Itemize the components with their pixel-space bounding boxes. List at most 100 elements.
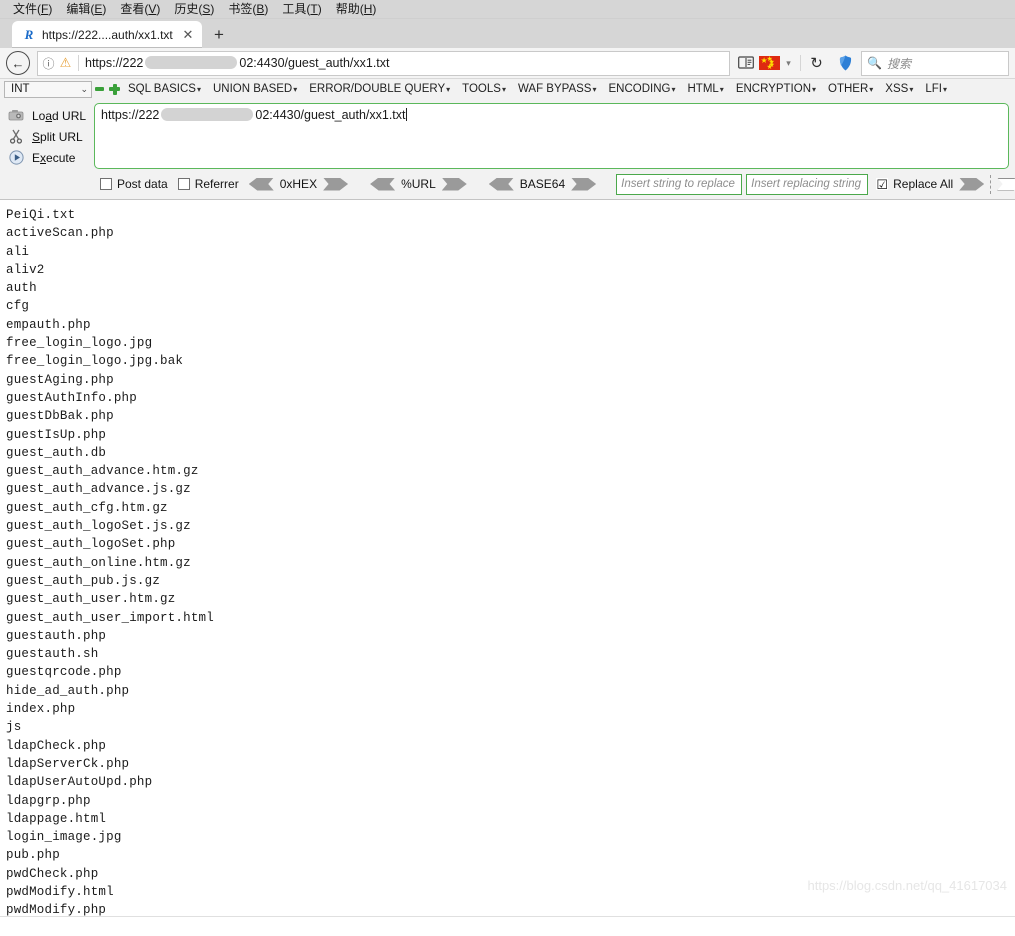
replace-string-placeholder: Insert replacing string — [751, 178, 861, 190]
directory-entry: PeiQi.txt — [6, 206, 1015, 224]
hex-decode-arrow-icon[interactable] — [249, 178, 274, 191]
hackbar-url-suffix: 02:4430/guest_auth/xx1.txt — [255, 108, 405, 122]
post-data-checkbox-box — [100, 178, 112, 190]
search-box[interactable]: 🔍 搜索 — [861, 51, 1009, 76]
menu-item-label: 工具( — [282, 2, 310, 16]
hackbar-menu-lfi[interactable]: LFI▾ — [919, 80, 953, 99]
extension-shield-icon[interactable] — [834, 52, 857, 75]
directory-entry: ldapCheck.php — [6, 737, 1015, 755]
post-data-label: Post data — [117, 177, 168, 191]
hackbar-type-select[interactable]: INT ⌄ — [4, 81, 92, 98]
url-encode-arrow-icon[interactable] — [442, 178, 467, 191]
hackbar-menu-waf-bypass[interactable]: WAF BYPASS▾ — [512, 80, 603, 99]
scissors-glyph — [9, 129, 23, 144]
hackbar-menu-label: UNION BASED — [213, 83, 292, 95]
flag-graphic: ★ ★ ★ ★ ★ — [759, 56, 780, 70]
remove-item-minus-icon[interactable] — [92, 81, 107, 97]
reader-mode-icon[interactable] — [734, 52, 757, 75]
hackbar-menu-encryption[interactable]: ENCRYPTION▾ — [730, 80, 822, 99]
hackbar-menu-sql-basics[interactable]: SQL BASICS▾ — [122, 80, 207, 99]
hackbar-url-prefix: https://222 — [101, 108, 159, 122]
menu-item-label: 历史( — [174, 2, 202, 16]
chevron-down-icon: ▾ — [446, 85, 450, 94]
execute-label: Execute — [32, 151, 75, 165]
hex-encode-arrow-icon[interactable] — [323, 178, 348, 191]
hackbar-menu-union-based[interactable]: UNION BASED▾ — [207, 80, 303, 99]
menu-item-6[interactable]: 帮助(H) — [329, 0, 384, 18]
menu-item-0[interactable]: 文件(F) — [6, 0, 59, 18]
directory-entry: guest_auth_logoSet.js.gz — [6, 517, 1015, 535]
replace-apply-arrow-icon[interactable] — [959, 178, 984, 191]
hackbar-menu-tools[interactable]: TOOLS▾ — [456, 80, 512, 99]
directory-entry: hide_ad_auth.php — [6, 682, 1015, 700]
address-bar[interactable]: ⓘ ⚠ https://22202:4430/guest_auth/xx1.tx… — [37, 51, 730, 76]
url-decode-arrow-icon[interactable] — [370, 178, 395, 191]
menu-item-paren: ) — [264, 2, 268, 16]
encoder-label-url: %URL — [401, 177, 436, 191]
split-url-button[interactable]: Split URL — [6, 126, 94, 147]
hackbar-menu-list: SQL BASICS▾UNION BASED▾ERROR/DOUBLE QUER… — [122, 80, 953, 99]
encoder-label-base64: BASE64 — [520, 177, 565, 191]
post-data-checkbox[interactable]: Post data — [100, 177, 168, 191]
directory-entry: guest_auth_cfg.htm.gz — [6, 499, 1015, 517]
hackbar-menu-xss[interactable]: XSS▾ — [879, 80, 919, 99]
menu-item-1[interactable]: 编辑(E) — [59, 0, 113, 18]
directory-entry: pwdModify.php — [6, 901, 1015, 917]
china-flag-icon[interactable]: ★ ★ ★ ★ ★ — [757, 52, 781, 75]
load-url-label: Load URL — [32, 109, 86, 123]
address-bar-divider — [78, 55, 79, 71]
hackbar-options-row: Post data Referrer 0xHEX %URL BASE64 Ins… — [0, 169, 1015, 196]
execute-button[interactable]: Execute — [6, 147, 94, 168]
referrer-label: Referrer — [195, 177, 239, 191]
menu-item-paren: ) — [102, 2, 106, 16]
hackbar-menu-encoding[interactable]: ENCODING▾ — [602, 80, 681, 99]
base64-decode-arrow-icon[interactable] — [489, 178, 514, 191]
browser-menu-bar: 文件(F)编辑(E)查看(V)历史(S)书签(B)工具(T)帮助(H) — [0, 0, 1015, 19]
menu-item-3[interactable]: 历史(S) — [167, 0, 221, 18]
directory-entry: guest_auth_pub.js.gz — [6, 572, 1015, 590]
chevron-down-icon: ▾ — [909, 85, 913, 94]
hackbar-menu-label: LFI — [925, 83, 942, 95]
replace-all-checkbox[interactable]: ☑ Replace All — [876, 177, 953, 191]
menu-item-4[interactable]: 书签(B) — [221, 0, 275, 18]
directory-entry: login_image.jpg — [6, 828, 1015, 846]
bottom-rule — [0, 916, 1015, 917]
back-button[interactable]: ← — [6, 51, 30, 75]
hackbar-menu-other[interactable]: OTHER▾ — [822, 80, 879, 99]
search-string-input[interactable]: Insert string to replace — [616, 174, 742, 195]
watermark-text: https://blog.csdn.net/qq_41617034 — [808, 878, 1008, 893]
browser-tab[interactable]: R https://222....auth/xx1.txt ✕ — [12, 21, 202, 48]
directory-entry: guest_auth_advance.htm.gz — [6, 462, 1015, 480]
base64-encode-arrow-icon[interactable] — [571, 178, 596, 191]
hackbar-menu-error-double-query[interactable]: ERROR/DOUBLE QUERY▾ — [303, 80, 456, 99]
load-url-button[interactable]: Load URL — [6, 105, 94, 126]
encoder-group-hex: 0xHEX — [249, 177, 348, 191]
replace-revert-arrow-icon[interactable] — [997, 178, 1015, 191]
tab-strip: R https://222....auth/xx1.txt ✕ + — [0, 19, 1015, 48]
navigation-toolbar: ← ⓘ ⚠ https://22202:4430/guest_auth/xx1.… — [0, 48, 1015, 79]
play-glyph — [9, 150, 24, 165]
directory-entry: guest_auth_online.htm.gz — [6, 554, 1015, 572]
warning-triangle-icon[interactable]: ⚠ — [57, 55, 74, 72]
reload-icon[interactable]: ↻ — [805, 52, 828, 75]
info-circle-icon[interactable]: ⓘ — [40, 55, 57, 72]
flag-dropdown-chevron-icon[interactable]: ▾ — [781, 52, 796, 75]
new-tab-button[interactable]: + — [206, 22, 232, 48]
menu-item-2[interactable]: 查看(V) — [113, 0, 167, 18]
tab-close-icon[interactable]: ✕ — [181, 28, 195, 42]
url-redaction-blob — [145, 56, 237, 69]
referrer-checkbox[interactable]: Referrer — [178, 177, 239, 191]
tab-favicon-letter-r-icon: R — [22, 28, 36, 42]
hackbar-menu-html[interactable]: HTML▾ — [681, 80, 729, 99]
hackbar-url-textarea[interactable]: https://222 02:4430/guest_auth/xx1.txt — [94, 103, 1009, 169]
menu-item-5[interactable]: 工具(T) — [275, 0, 328, 18]
menu-item-mnemonic: T — [310, 2, 317, 16]
add-item-plus-icon[interactable] — [107, 81, 122, 97]
hackbar-menu-label: XSS — [885, 83, 908, 95]
directory-entry: guestauth.sh — [6, 645, 1015, 663]
directory-entry: guestauth.php — [6, 627, 1015, 645]
directory-entry: index.php — [6, 700, 1015, 718]
directory-entry: guest_auth_logoSet.php — [6, 535, 1015, 553]
execute-play-icon — [6, 149, 26, 166]
replace-string-input[interactable]: Insert replacing string — [746, 174, 868, 195]
